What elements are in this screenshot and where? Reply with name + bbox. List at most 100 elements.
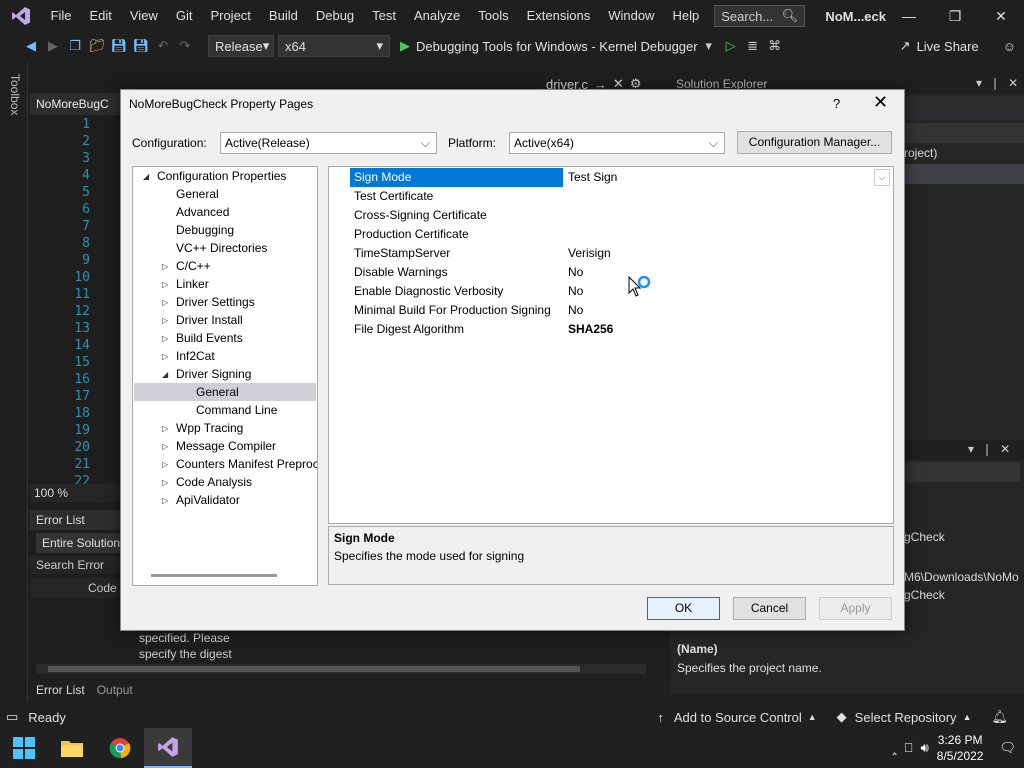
solution-configuration-select[interactable]: Release ▾ — [208, 35, 274, 57]
forward-icon[interactable]: ▶ — [42, 38, 64, 54]
menu-tools[interactable]: Tools — [469, 0, 517, 32]
error-scope-select[interactable]: Entire Solution — [36, 533, 122, 553]
chevron-down-icon[interactable]: ▾ — [698, 38, 720, 54]
expanded-arrow-icon[interactable]: ◢ — [143, 172, 149, 181]
chrome-icon[interactable] — [96, 728, 144, 768]
tab-error-list[interactable]: Error List — [30, 680, 91, 700]
open-folder-icon[interactable]: 📁︎ — [86, 38, 108, 54]
tree-item-driver-signing-general[interactable]: General — [134, 383, 316, 401]
menu-analyze[interactable]: Analyze — [405, 0, 469, 32]
collapsed-arrow-icon[interactable]: ▷ — [162, 316, 168, 325]
search-input[interactable]: Search... 🔍︎ — [714, 5, 806, 27]
chevron-down-icon[interactable]: ⌵ — [874, 169, 890, 186]
tree-item-command-line[interactable]: Command Line — [196, 401, 277, 419]
property-row-production-certificate[interactable]: Production Certificate — [350, 225, 882, 244]
select-repository-button[interactable]: Select Repository — [855, 710, 957, 725]
collapsed-arrow-icon[interactable]: ▷ — [162, 298, 168, 307]
chevron-up-icon[interactable]: ‸ — [892, 740, 896, 756]
debug-target-button[interactable]: Debugging Tools for Windows - Kernel Deb… — [416, 39, 698, 54]
collapsed-arrow-icon[interactable]: ▷ — [162, 424, 168, 433]
minimize-icon[interactable]: — — [886, 0, 932, 32]
menu-build[interactable]: Build — [260, 0, 307, 32]
tree-item-driver-settings[interactable]: Driver Settings — [176, 293, 255, 311]
property-value[interactable]: gCheck — [904, 530, 945, 544]
redo-icon[interactable]: ↷ — [174, 38, 196, 54]
save-icon[interactable]: 💾︎ — [108, 38, 130, 54]
toolbox-tab[interactable]: Toolbox — [8, 74, 22, 115]
ok-button[interactable]: OK — [647, 597, 720, 620]
back-icon[interactable]: ◀ — [20, 38, 42, 54]
solution-project-item[interactable]: roject) — [904, 146, 937, 160]
property-row-minimal-build[interactable]: Minimal Build For Production Signing No — [350, 301, 882, 320]
help-button[interactable]: ? — [833, 96, 840, 111]
network-icon[interactable]: ⎕ — [905, 740, 913, 756]
properties-object-select[interactable] — [904, 462, 1020, 482]
expanded-arrow-icon[interactable]: ◢ — [162, 370, 168, 379]
undo-icon[interactable]: ↶ — [152, 38, 174, 54]
tree-item-code-analysis[interactable]: Code Analysis — [176, 473, 252, 491]
property-row-file-digest-algorithm[interactable]: File Digest Algorithm SHA256 — [350, 320, 882, 339]
error-search-input[interactable]: Search Error List — [30, 556, 122, 590]
collapsed-arrow-icon[interactable]: ▷ — [162, 262, 168, 271]
menu-file[interactable]: File — [42, 0, 81, 32]
tree-item-configuration-properties[interactable]: Configuration Properties — [157, 167, 286, 185]
tree-item-inf2cat[interactable]: Inf2Cat — [176, 347, 215, 365]
pin-icon[interactable]: ❘ — [990, 76, 1000, 90]
property-tree[interactable]: ◢ Configuration Properties General Advan… — [132, 166, 318, 586]
start-without-debugging-icon[interactable]: ▷ — [720, 38, 742, 54]
platform-select[interactable]: Active(x64) ⌵ — [509, 132, 725, 154]
menu-debug[interactable]: Debug — [307, 0, 363, 32]
property-value[interactable]: M6\Downloads\NoMo — [904, 570, 1019, 584]
tree-item-message-compiler[interactable]: Message Compiler — [176, 437, 276, 455]
collapsed-arrow-icon[interactable]: ▷ — [162, 352, 168, 361]
menu-test[interactable]: Test — [363, 0, 405, 32]
tree-item-debugging[interactable]: Debugging — [176, 221, 234, 239]
menu-window[interactable]: Window — [599, 0, 663, 32]
configuration-select[interactable]: Active(Release) ⌵ — [220, 132, 437, 154]
close-icon[interactable]: ✕ — [1000, 442, 1010, 456]
menu-git[interactable]: Git — [167, 0, 202, 32]
collapsed-arrow-icon[interactable]: ▷ — [162, 460, 168, 469]
property-row-cross-signing-certificate[interactable]: Cross-Signing Certificate — [350, 206, 882, 225]
close-icon[interactable]: ✕ — [873, 92, 888, 113]
property-row-test-certificate[interactable]: Test Certificate — [350, 187, 882, 206]
tree-item-wpp-tracing[interactable]: Wpp Tracing — [176, 419, 243, 437]
tree-item-apivalidator[interactable]: ApiValidator — [176, 491, 240, 509]
close-icon[interactable]: ✕ — [1008, 76, 1018, 90]
feedback-icon[interactable]: ☺ — [1003, 39, 1016, 54]
start-debugging-icon[interactable]: ▶ — [400, 38, 410, 54]
volume-icon[interactable]: 🔊︎ — [921, 740, 929, 756]
menu-view[interactable]: View — [121, 0, 167, 32]
menu-edit[interactable]: Edit — [80, 0, 120, 32]
tree-horizontal-scrollbar[interactable] — [151, 574, 277, 577]
collapsed-arrow-icon[interactable]: ▷ — [162, 442, 168, 451]
zoom-level[interactable]: 100 % — [30, 484, 122, 502]
hot-reload-icon[interactable]: ≣ — [742, 38, 764, 54]
apply-button[interactable]: Apply — [819, 597, 892, 620]
tree-item-linker[interactable]: Linker — [176, 275, 209, 293]
tree-item-general[interactable]: General — [176, 185, 219, 203]
collapsed-arrow-icon[interactable]: ▷ — [162, 280, 168, 289]
scrollbar-thumb[interactable] — [48, 666, 580, 672]
windows-start-icon[interactable] — [0, 728, 48, 768]
new-project-icon[interactable]: ❐ — [64, 38, 86, 54]
solution-selected-row[interactable] — [904, 164, 1024, 184]
menu-extensions[interactable]: Extensions — [518, 0, 600, 32]
error-column-code[interactable]: Code — [30, 578, 122, 598]
collapsed-arrow-icon[interactable]: ▷ — [162, 334, 168, 343]
solution-explorer-search[interactable] — [904, 123, 1024, 143]
notifications-icon[interactable]: 🔔︎ — [991, 709, 1008, 725]
property-row-enable-diagnostic-verbosity[interactable]: Enable Diagnostic Verbosity No — [350, 282, 882, 301]
pin-icon[interactable]: ❘ — [982, 442, 992, 456]
property-row-disable-warnings[interactable]: Disable Warnings No — [350, 263, 882, 282]
collapsed-arrow-icon[interactable]: ▷ — [162, 478, 168, 487]
collapsed-arrow-icon[interactable]: ▷ — [162, 496, 168, 505]
editor-tab-nomorebugcheck[interactable]: NoMoreBugC — [30, 93, 125, 115]
visual-studio-icon[interactable] — [144, 728, 192, 768]
cancel-button[interactable]: Cancel — [733, 597, 806, 620]
menu-help[interactable]: Help — [663, 0, 708, 32]
tree-item-driver-install[interactable]: Driver Install — [176, 311, 243, 329]
file-explorer-icon[interactable] — [48, 728, 96, 768]
diagnostics-icon[interactable]: ⌘ — [764, 38, 786, 54]
property-row-sign-mode[interactable]: Sign Mode Test Sign ⌵ — [350, 168, 890, 187]
